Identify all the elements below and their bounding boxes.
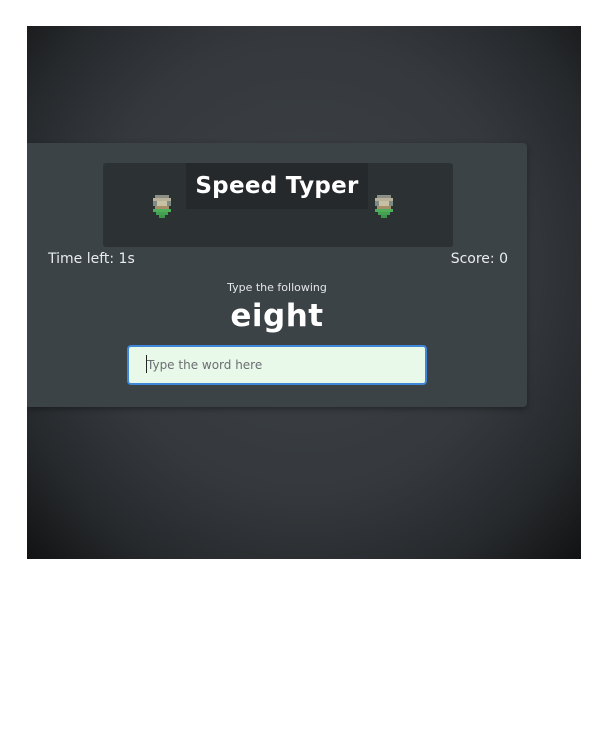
game-title: Speed Typer	[186, 163, 368, 209]
game-card: Speed Typer Time left: 1s Score: 0 Type …	[27, 143, 527, 407]
word-input[interactable]	[127, 345, 427, 385]
score-label: Score: 0	[450, 251, 508, 267]
pixel-character-icon	[151, 191, 173, 221]
time-left-label: Time left: 1s	[48, 251, 135, 267]
title-banner: Speed Typer	[103, 163, 453, 247]
game-viewport: Speed Typer Time left: 1s Score: 0 Type …	[27, 26, 581, 559]
pixel-character-icon	[373, 191, 395, 221]
target-word: eight	[230, 298, 324, 334]
text-caret	[146, 355, 147, 373]
instruction-text: Type the following	[227, 281, 327, 294]
